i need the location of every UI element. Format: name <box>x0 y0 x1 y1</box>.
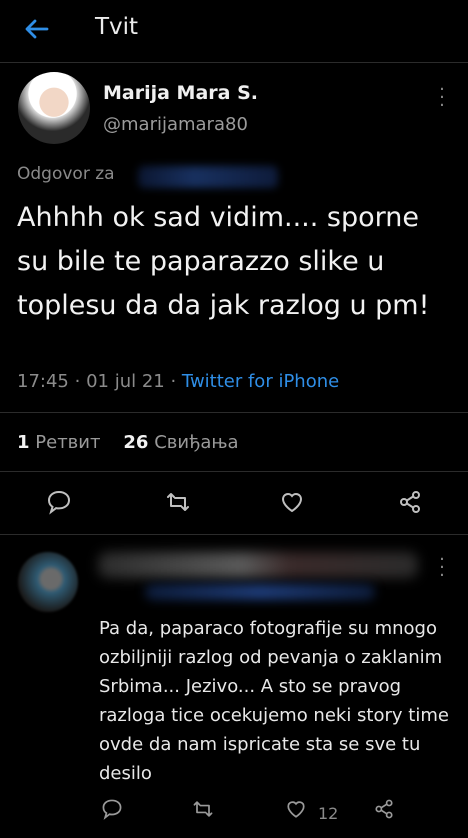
tweet-text: Ahhhh ok sad vidim.... sporne su bile te… <box>17 202 430 321</box>
heart-icon <box>281 493 303 513</box>
share-icon <box>400 491 420 513</box>
reply-text: Pa da, paparaco fotografije su mnogo ozb… <box>99 618 449 784</box>
retweets-stat[interactable]: 1 Ретвит <box>17 432 100 453</box>
reply-like-button[interactable] <box>284 797 312 825</box>
reply-author-avatar[interactable] <box>18 552 78 612</box>
page-title: Tvit <box>95 14 139 40</box>
redacted-username <box>138 166 278 188</box>
tweet-source-link[interactable]: Twitter for iPhone <box>182 371 339 392</box>
divider <box>0 471 468 472</box>
header-bar: Tvit <box>0 0 468 62</box>
tweet-date: 01 jul 21 <box>86 371 165 392</box>
arrow-left-icon <box>25 19 49 39</box>
tweet-time: 17:45 <box>17 371 69 392</box>
reply-like-count: 12 <box>318 804 339 823</box>
retweet-button[interactable] <box>164 488 192 516</box>
tweet-meta: 17:45 · 01 jul 21 · Twitter for iPhone <box>17 371 340 392</box>
redacted-reply-author <box>98 552 418 578</box>
retweet-icon <box>167 493 189 511</box>
author-handle[interactable]: @marijamara80 <box>103 114 248 135</box>
share-icon <box>375 799 393 819</box>
comment-icon <box>47 490 71 515</box>
reply-more-options-icon[interactable]: · · · <box>436 551 448 585</box>
back-button[interactable] <box>22 14 52 44</box>
divider <box>0 62 468 63</box>
divider <box>0 412 468 413</box>
reply-reply-button[interactable] <box>100 797 128 825</box>
likes-stat[interactable]: 26 Свиђања <box>123 432 238 453</box>
reply-to-label: Odgovor za <box>17 164 115 184</box>
tweet-stats: 1 Ретвит 26 Свиђања <box>17 432 239 453</box>
reply-button[interactable] <box>45 488 73 516</box>
like-button[interactable] <box>278 488 306 516</box>
share-button[interactable] <box>396 488 424 516</box>
reply-share-button[interactable] <box>372 797 400 825</box>
author-avatar[interactable] <box>18 72 90 144</box>
author-name[interactable]: Marija Mara S. <box>103 82 258 104</box>
heart-icon <box>287 801 305 818</box>
reply-retweet-button[interactable] <box>191 797 219 825</box>
comment-icon <box>102 799 122 820</box>
more-options-icon[interactable]: · · · <box>436 81 448 115</box>
redacted-reply-handle <box>145 584 375 600</box>
divider <box>0 534 468 535</box>
retweet-icon <box>193 801 213 817</box>
